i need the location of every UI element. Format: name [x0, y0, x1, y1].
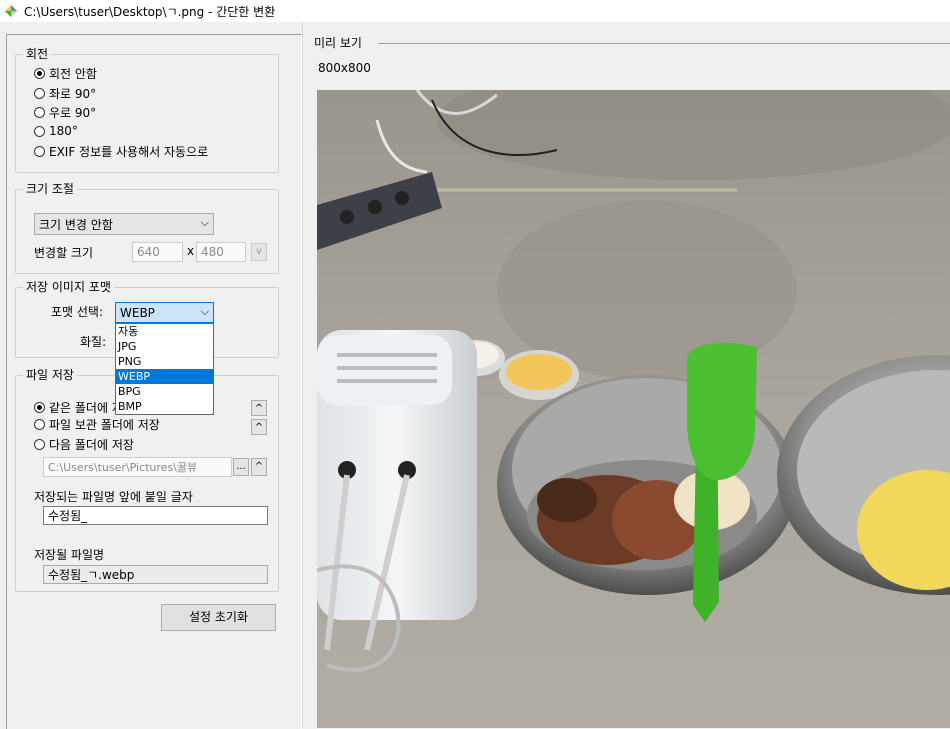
radio-icon — [34, 125, 45, 137]
title-bar: C:\Users\tuser\Desktop\ㄱ.png - 간단한 변환 — [0, 0, 950, 22]
rotation-option-label: 좌로 90° — [49, 86, 97, 101]
radio-icon — [34, 67, 45, 79]
resize-mode-value: 크기 변경 안함 — [39, 217, 113, 232]
filename-output: 수정됨_ㄱ.webp — [43, 565, 268, 584]
radio-icon — [34, 87, 45, 99]
save-folder-path-value: C:\Users\tuser\Pictures\꿀뷰 — [48, 461, 198, 474]
app-icon — [5, 5, 17, 17]
resize-legend: 크기 조절 — [26, 182, 74, 196]
resize-height-input[interactable]: 480 — [196, 242, 246, 262]
save-option-next-folder[interactable]: 다음 폴더에 저장 — [34, 435, 134, 453]
filename-label: 저장될 파일명 — [34, 548, 105, 562]
format-select[interactable]: WEBP ⌵ — [115, 302, 214, 323]
quality-label: 화질: — [80, 335, 107, 349]
radio-icon — [34, 106, 45, 118]
panel-splitter[interactable] — [302, 22, 303, 728]
format-option-bmp[interactable]: BMP — [116, 399, 213, 414]
prefix-label: 저장되는 파일명 앞에 붙일 글자 — [34, 490, 193, 504]
radio-icon — [34, 401, 45, 413]
format-option-webp[interactable]: WEBP — [116, 369, 213, 384]
chevron-down-icon: ⌵ — [200, 305, 209, 318]
chevron-down-icon: ⌵ — [200, 216, 209, 229]
prefix-input[interactable]: 수정됨_ — [43, 506, 268, 525]
archive-folder-up-button[interactable]: ^ — [251, 419, 267, 435]
preview-image — [317, 90, 950, 728]
rotation-option-left[interactable]: 좌로 90° — [34, 84, 96, 102]
preview-divider — [378, 43, 950, 44]
rotation-option-exif[interactable]: EXIF 정보를 사용해서 자동으로 — [34, 142, 208, 160]
rotation-option-label: 우로 90° — [49, 105, 97, 120]
resize-mode-select[interactable]: 크기 변경 안함 ⌵ — [34, 213, 214, 235]
format-option-auto[interactable]: 자동 — [116, 324, 213, 339]
resize-width-input[interactable]: 640 — [132, 242, 183, 262]
resize-size-label: 변경할 크기 — [34, 246, 94, 260]
rotation-legend: 회전 — [26, 47, 49, 61]
format-option-bpg[interactable]: BPG — [116, 384, 213, 399]
save-option-up-button[interactable]: ^ — [251, 400, 267, 416]
rotation-option-none[interactable]: 회전 안함 — [34, 64, 97, 82]
resize-separator: x — [187, 244, 195, 258]
save-folder-path-input[interactable]: C:\Users\tuser\Pictures\꿀뷰 — [43, 457, 232, 477]
prefix-value: 수정됨_ — [48, 509, 88, 523]
browse-button[interactable]: ... — [233, 458, 249, 476]
preview-legend: 미리 보기 — [314, 36, 362, 50]
rotation-option-label: EXIF 정보를 사용해서 자동으로 — [49, 144, 209, 159]
format-selected-value: WEBP — [120, 305, 155, 320]
reset-settings-button[interactable]: 설정 초기화 — [161, 604, 276, 631]
folder-up-button[interactable]: ^ — [251, 458, 267, 476]
radio-icon — [34, 145, 45, 157]
radio-icon — [34, 438, 45, 450]
save-option-archive-folder[interactable]: 파일 보관 폴더에 저장 — [34, 415, 160, 433]
radio-icon — [34, 418, 45, 430]
rotation-option-label: 180° — [49, 124, 78, 138]
filename-value: 수정됨_ㄱ.webp — [48, 568, 135, 582]
preview-dimensions: 800x800 — [318, 61, 371, 75]
save-option-label: 다음 폴더에 저장 — [49, 437, 134, 452]
resize-dropdown-button[interactable]: v — [251, 243, 267, 261]
format-legend: 저장 이미지 포맷 — [26, 280, 111, 294]
format-dropdown-list: 자동 JPG PNG WEBP BPG BMP — [115, 323, 214, 415]
save-option-label: 파일 보관 폴더에 저장 — [49, 417, 160, 432]
rotation-option-right[interactable]: 우로 90° — [34, 103, 96, 121]
rotation-option-label: 회전 안함 — [49, 66, 97, 81]
window-title: C:\Users\tuser\Desktop\ㄱ.png - 간단한 변환 — [24, 5, 276, 19]
resize-height-value: 480 — [201, 245, 224, 259]
format-select-label: 포맷 선택: — [51, 305, 104, 319]
save-legend: 파일 저장 — [26, 368, 74, 382]
format-option-png[interactable]: PNG — [116, 354, 213, 369]
resize-width-value: 640 — [137, 245, 160, 259]
preview-photo — [317, 90, 950, 728]
format-option-jpg[interactable]: JPG — [116, 339, 213, 354]
rotation-option-180[interactable]: 180° — [34, 122, 78, 140]
